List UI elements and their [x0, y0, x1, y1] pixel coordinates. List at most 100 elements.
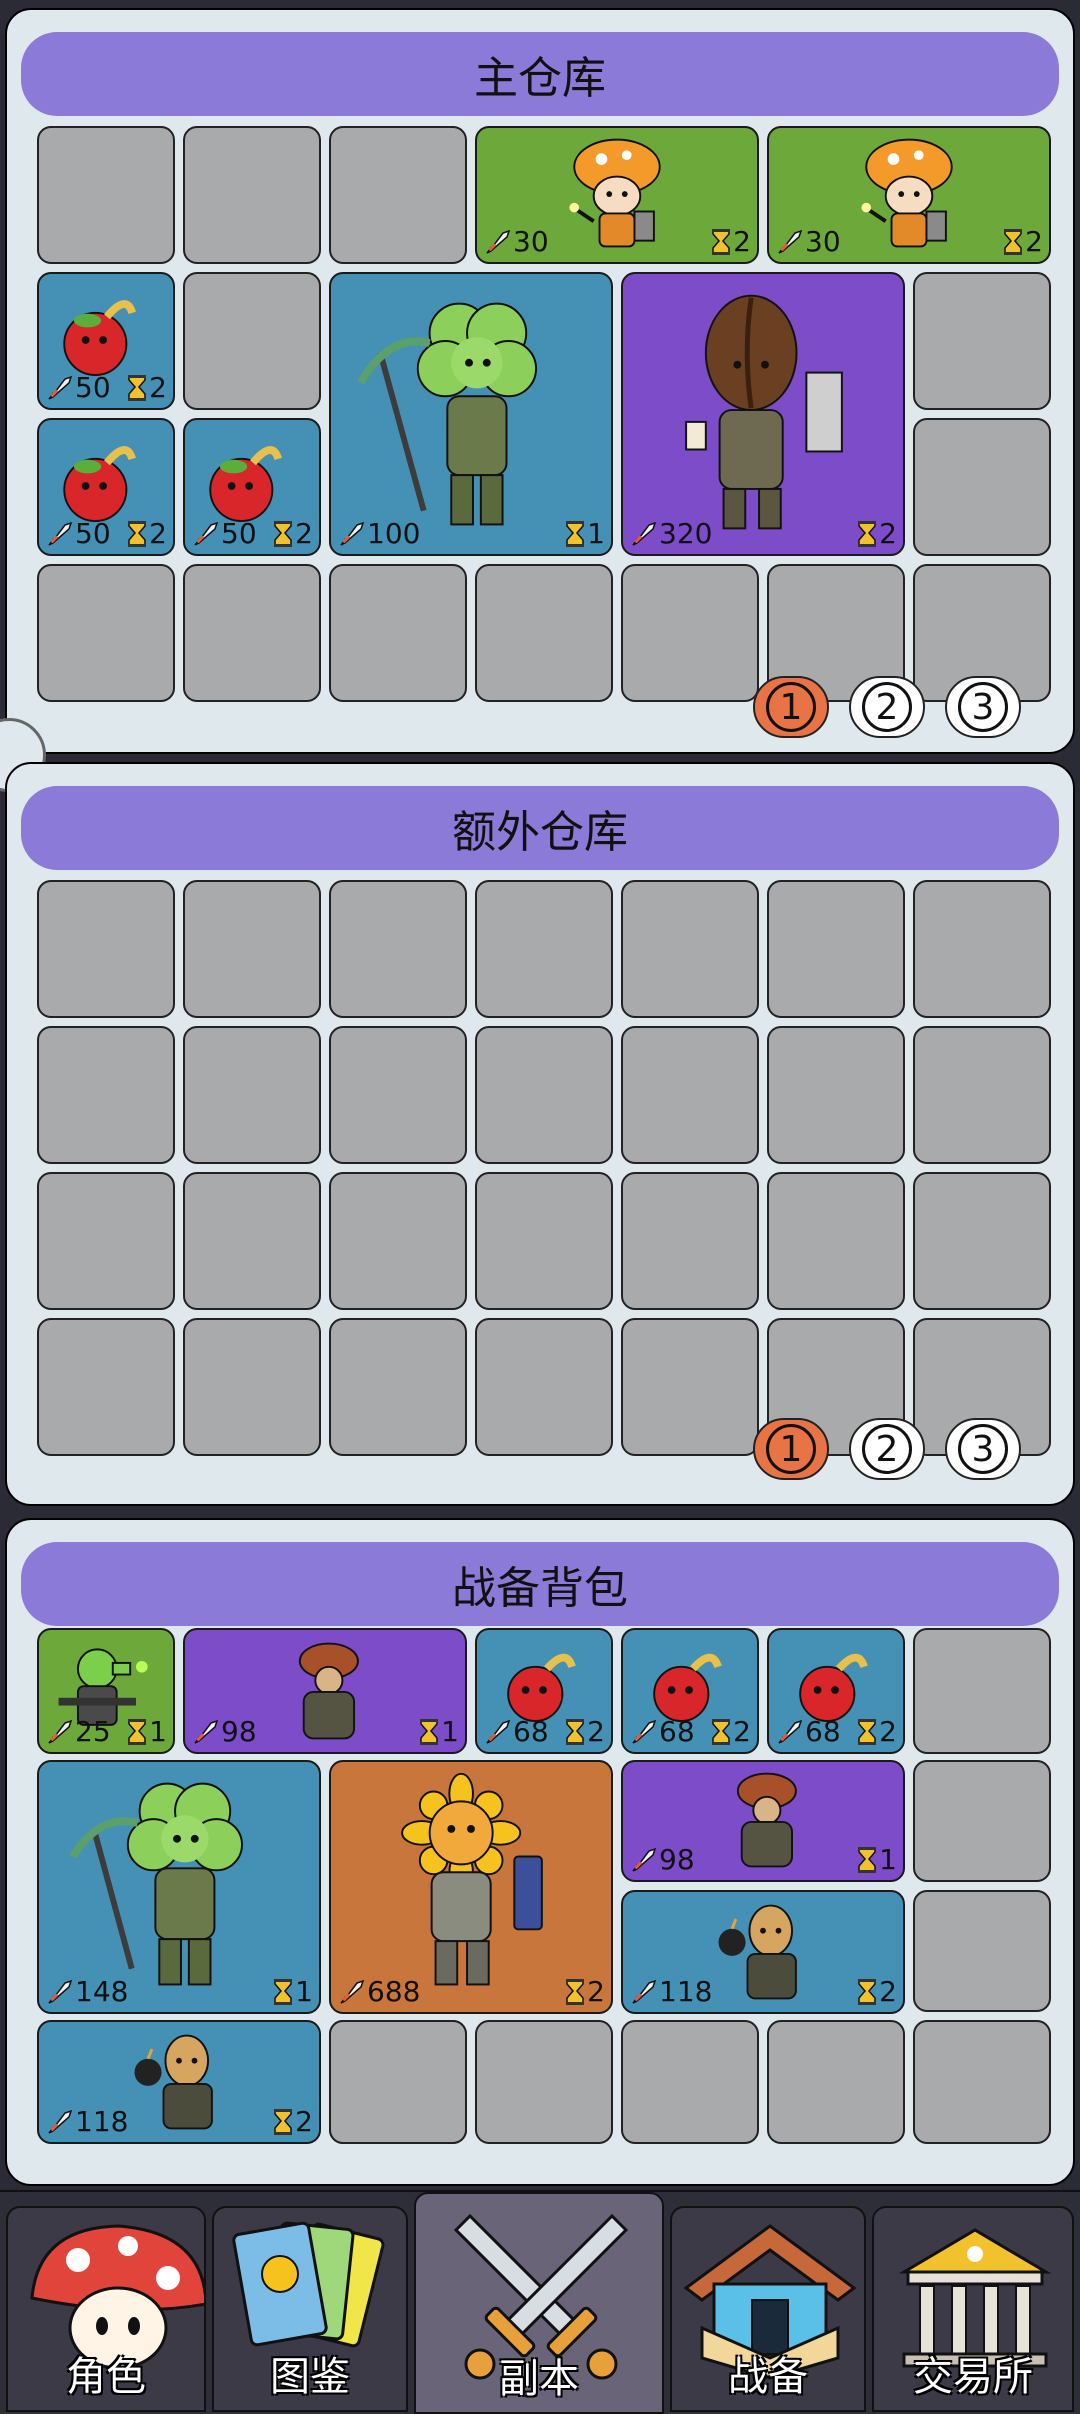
empty-slot[interactable] — [767, 2020, 905, 2144]
empty-slot[interactable] — [329, 126, 467, 264]
empty-slot[interactable] — [183, 880, 321, 1018]
tab-exchange[interactable]: 交易所 — [872, 2206, 1074, 2412]
empty-slot[interactable] — [767, 1026, 905, 1164]
empty-slot[interactable] — [621, 1318, 759, 1456]
empty-slot[interactable] — [913, 1172, 1051, 1310]
sword-icon — [632, 1847, 656, 1872]
sword-icon — [632, 1719, 656, 1744]
empty-slot[interactable] — [329, 564, 467, 702]
empty-slot[interactable] — [475, 1318, 613, 1456]
item-mushroom-heavy[interactable]: 98 1 — [183, 1628, 467, 1754]
empty-slot[interactable] — [329, 1026, 467, 1164]
attack-stat: 68 — [777, 1715, 841, 1748]
time-stat: 2 — [711, 1715, 751, 1748]
main-storage-panel: 主仓库 30 2 30 2 50 2 50 2 50 2 100 1 320 2… — [5, 8, 1075, 754]
attack-stat: 30 — [777, 225, 841, 258]
time-stat: 1 — [127, 1715, 167, 1748]
item-cherry-bomb[interactable]: 50 2 — [37, 272, 175, 410]
empty-slot[interactable] — [329, 880, 467, 1018]
tab-preparation[interactable]: 战备 — [670, 2206, 866, 2412]
empty-slot[interactable] — [913, 272, 1051, 410]
empty-slot[interactable] — [183, 1026, 321, 1164]
empty-slot[interactable] — [475, 1026, 613, 1164]
page-1-button[interactable]: 1 — [753, 1418, 829, 1480]
item-mushroom-scout[interactable]: 30 2 — [475, 126, 759, 264]
empty-slot[interactable] — [37, 1026, 175, 1164]
item-clover-soldier[interactable]: 148 1 — [37, 1760, 321, 2014]
empty-slot[interactable] — [621, 880, 759, 1018]
item-cherry-bomb[interactable]: 68 2 — [475, 1628, 613, 1754]
hourglass-icon — [857, 1846, 877, 1873]
attack-stat: 50 — [47, 371, 111, 404]
empty-slot[interactable] — [475, 880, 613, 1018]
empty-slot[interactable] — [183, 272, 321, 410]
sword-icon — [48, 2109, 72, 2134]
time-stat: 2 — [857, 1975, 897, 2008]
empty-slot[interactable] — [621, 564, 759, 702]
empty-slot[interactable] — [329, 1318, 467, 1456]
tab-dungeon[interactable]: 副本 — [414, 2192, 664, 2414]
empty-slot[interactable] — [913, 2020, 1051, 2144]
item-cherry-bomb[interactable]: 50 2 — [183, 418, 321, 556]
empty-slot[interactable] — [767, 1172, 905, 1310]
empty-slot[interactable] — [329, 1172, 467, 1310]
sword-icon — [48, 375, 72, 400]
coffee-bean-soldier-art — [685, 294, 843, 530]
time-stat: 2 — [273, 2105, 313, 2138]
empty-slot[interactable] — [913, 1628, 1051, 1754]
empty-slot[interactable] — [475, 564, 613, 702]
item-clover-soldier[interactable]: 100 1 — [329, 272, 613, 556]
page-3-button[interactable]: 3 — [945, 1418, 1021, 1480]
attack-stat: 50 — [47, 517, 111, 550]
item-mushroom-heavy[interactable]: 98 1 — [621, 1760, 905, 1882]
item-mushroom-scout[interactable]: 30 2 — [767, 126, 1051, 264]
clover-soldier-art — [357, 302, 538, 526]
item-coffee-bean-soldier[interactable]: 320 2 — [621, 272, 905, 556]
item-cherry-bomb[interactable]: 50 2 — [37, 418, 175, 556]
empty-slot[interactable] — [621, 1026, 759, 1164]
item-cherry-bomb[interactable]: 68 2 — [767, 1628, 905, 1754]
empty-slot[interactable] — [183, 1172, 321, 1310]
empty-slot[interactable] — [329, 2020, 467, 2144]
time-stat: 2 — [127, 517, 167, 550]
attack-stat: 98 — [193, 1715, 257, 1748]
empty-slot[interactable] — [621, 2020, 759, 2144]
empty-slot[interactable] — [621, 1172, 759, 1310]
page-2-button[interactable]: 2 — [849, 676, 925, 738]
tab-collection[interactable]: 图鉴 — [212, 2206, 408, 2412]
sword-icon — [632, 1979, 656, 2004]
page-3-button[interactable]: 3 — [945, 676, 1021, 738]
time-stat: 2 — [1003, 225, 1043, 258]
empty-slot[interactable] — [767, 880, 905, 1018]
extra-storage-title: 额外仓库 — [21, 786, 1059, 870]
empty-slot[interactable] — [183, 126, 321, 264]
hourglass-icon — [711, 228, 731, 255]
item-cherry-bomb[interactable]: 68 2 — [621, 1628, 759, 1754]
empty-slot[interactable] — [913, 1026, 1051, 1164]
item-peashooter-gunner[interactable]: 25 1 — [37, 1628, 175, 1754]
time-stat: 2 — [565, 1715, 605, 1748]
empty-slot[interactable] — [183, 564, 321, 702]
tab-character[interactable]: 角色 — [6, 2206, 206, 2412]
empty-slot[interactable] — [913, 418, 1051, 556]
empty-slot[interactable] — [475, 2020, 613, 2144]
hourglass-icon — [565, 520, 585, 547]
empty-slot[interactable] — [913, 1760, 1051, 1882]
empty-slot[interactable] — [37, 1318, 175, 1456]
attack-stat: 25 — [47, 1715, 111, 1748]
empty-slot[interactable] — [913, 880, 1051, 1018]
sword-icon — [778, 1719, 802, 1744]
empty-slot[interactable] — [37, 880, 175, 1018]
page-2-button[interactable]: 2 — [849, 1418, 925, 1480]
sword-icon — [632, 521, 656, 546]
item-potato-bomber[interactable]: 118 2 — [621, 1890, 905, 2014]
page-1-button[interactable]: 1 — [753, 676, 829, 738]
item-sunflower-soldier[interactable]: 688 2 — [329, 1760, 613, 2014]
empty-slot[interactable] — [37, 126, 175, 264]
empty-slot[interactable] — [37, 564, 175, 702]
empty-slot[interactable] — [37, 1172, 175, 1310]
empty-slot[interactable] — [475, 1172, 613, 1310]
empty-slot[interactable] — [183, 1318, 321, 1456]
empty-slot[interactable] — [913, 1890, 1051, 2012]
item-potato-bomber[interactable]: 118 2 — [37, 2020, 321, 2144]
